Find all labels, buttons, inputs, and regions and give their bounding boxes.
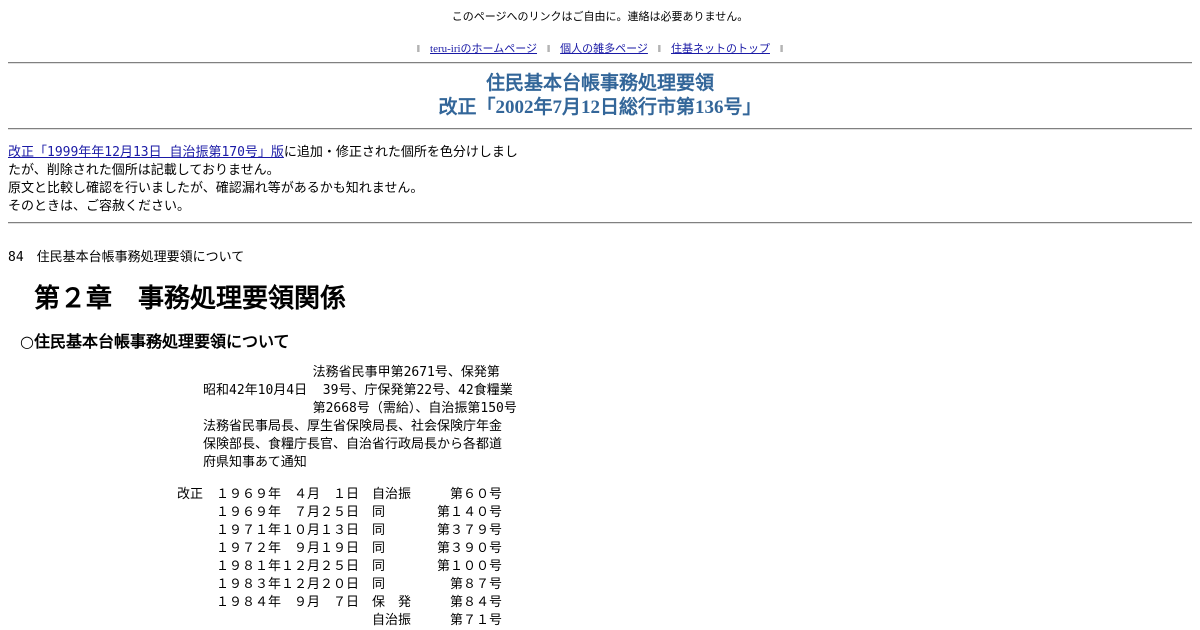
issuer-line: 府県知事あて通知 xyxy=(203,455,307,470)
issuer-line: 保険部長、食糧庁長官、自治省行政局長から各都道 xyxy=(203,437,503,452)
title-line-1: 住民基本台帳事務処理要領 xyxy=(485,73,714,94)
section-heading: ○住民基本台帳事務処理要領について xyxy=(20,332,290,351)
revision-line: 自治振 第７１号 xyxy=(177,613,503,628)
document-title: 住民基本台帳事務処理要領 改正「2002年7月12日総行市第136号」 xyxy=(0,72,1200,120)
nav-separator: ‖ xyxy=(416,43,421,55)
revision-line: １９７１年１０月１３日 同 第３７９号 xyxy=(177,523,503,538)
revision-line: 改正 １９６９年 ４月 １日 自治振 第６０号 xyxy=(177,487,503,502)
nav-bar: ‖ teru-iriのホームページ ‖ 個人の雑多ページ ‖ 住基ネットのトップ ‖ xyxy=(0,40,1200,56)
nav-link-juki-net-top[interactable]: 住基ネットのトップ xyxy=(671,43,770,55)
nav-link-misc-pages[interactable]: 個人の雑多ページ xyxy=(560,43,648,55)
nav-separator: ‖ xyxy=(779,43,784,55)
divider xyxy=(8,128,1192,130)
issuer-block: 法務省民事甲第2671号、保発第 昭和42年10月4日 39号、庁保発第22号、… xyxy=(203,364,517,472)
intro-line-2: たが、削除された個所は記載しておりません。 xyxy=(8,163,280,178)
intro-line-4: そのときは、ご容赦ください。 xyxy=(8,199,191,214)
issuer-line: 法務省民事局長、厚生省保険局長、社会保険庁年金 xyxy=(203,419,503,434)
revision-line: １９８３年１２月２０日 同 第８７号 xyxy=(177,577,503,592)
revision-line: １９８４年 ９月 ７日 保 発 第８４号 xyxy=(177,595,503,610)
previous-version-link[interactable]: 改正「1999年年12月13日 自治振第170号」版 xyxy=(8,145,284,160)
title-line-2: 改正「2002年7月12日総行市第136号」 xyxy=(438,97,762,118)
revision-history: 改正 １９６９年 ４月 １日 自治振 第６０号 １９６９年 ７月２５日 同 第１… xyxy=(177,486,502,630)
intro-line-3: 原文と比較し確認を行いましたが、確認漏れ等があるかも知れません。 xyxy=(8,181,424,196)
intro-line-1-rest: に追加・修正された個所を色分けしまし xyxy=(283,145,518,160)
link-notice: このページへのリンクはご自由に。連絡は必要ありません。 xyxy=(451,11,749,23)
nav-separator: ‖ xyxy=(657,43,661,55)
issuer-line: 法務省民事甲第2671号、保発第 xyxy=(203,365,500,380)
issuer-line: 第2668号（需給）、自治振第150号 xyxy=(203,401,517,416)
divider xyxy=(8,222,1192,224)
revision-line: １９６９年 ７月２５日 同 第１４０号 xyxy=(177,505,503,520)
divider xyxy=(8,62,1192,64)
revision-line: １９７２年 ９月１９日 同 第３９０号 xyxy=(177,541,503,556)
nav-link-homepage[interactable]: teru-iriのホームページ xyxy=(430,43,537,55)
revision-line: １９８１年１２月２５日 同 第１００号 xyxy=(177,559,503,574)
nav-separator: ‖ xyxy=(547,43,551,55)
page-number-line: 84 住民基本台帳事務処理要領について xyxy=(8,250,245,265)
issuer-line: 昭和42年10月4日 39号、庁保発第22号、42食糧業 xyxy=(203,383,513,398)
chapter-heading: 第２章 事務処理要領関係 xyxy=(34,284,347,314)
intro-note: 改正「1999年年12月13日 自治振第170号」版に追加・修正された個所を色分… xyxy=(8,144,518,216)
